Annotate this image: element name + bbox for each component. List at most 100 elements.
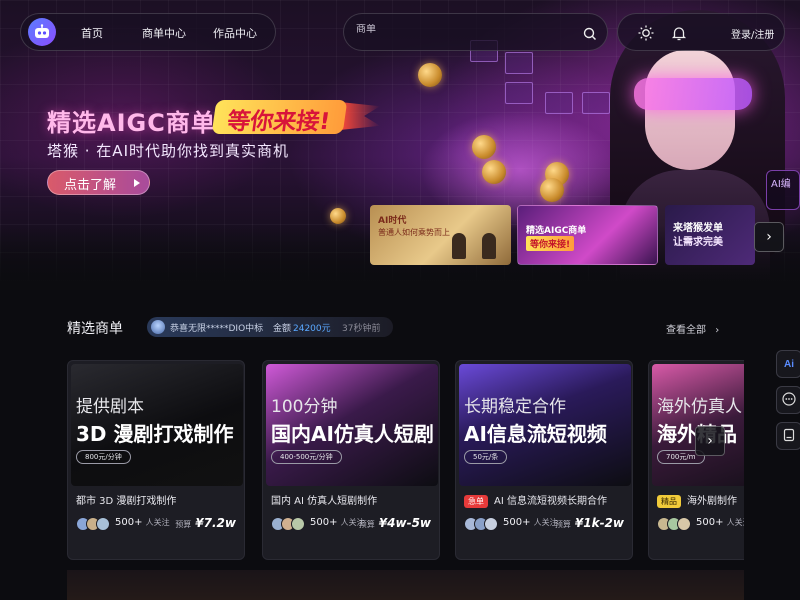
order-card[interactable]: 提供剧本 3D 漫剧打戏制作 800元/分钟 都市 3D 漫剧打戏制作 500+… [67,360,245,560]
card-budget: 预算 ¥1k-2w [554,516,624,530]
chat-icon [782,391,796,410]
follower-avatars [271,517,311,531]
order-card[interactable]: 海外仿真人 海外精品 700元/m 精品海外剧制作 500+ 人关注 [648,360,744,560]
cover-price: 800元/分钟 [76,450,131,464]
floating-screen-decor [505,82,533,104]
follower-avatars [464,517,504,531]
cover-title: AI信息流短视频 [464,422,607,446]
bookmark-button[interactable] [776,422,800,450]
card-title-text: 都市 3D 漫剧打戏制作 [76,496,177,507]
cover-subtitle: 100分钟 [271,397,338,417]
order-card-list: 提供剧本 3D 漫剧打戏制作 800元/分钟 都市 3D 漫剧打戏制作 500+… [67,360,744,600]
follower-count: 500+ 人关注 [696,517,744,528]
banner-next-button[interactable]: › [754,222,784,252]
bell-icon[interactable] [671,25,687,45]
card-title-text: 国内 AI 仿真人短剧制作 [271,496,378,507]
hero-title: 精选AIGC商单 [47,109,216,137]
hero-badge: 等你来接! [211,100,347,135]
nav-link-orders[interactable]: 商单中心 [142,25,186,41]
hero-cta-button[interactable]: 点击了解 [47,170,150,195]
nav-link-works[interactable]: 作品中心 [213,25,257,41]
order-card[interactable]: 100分钟 国内AI仿真人短剧 400-500元/分钟 国内 AI 仿真人短剧制… [262,360,440,560]
person-figure-decor [452,233,466,259]
thumbnail-line1: AI时代 [378,216,407,226]
see-all-label: 查看全部 [666,325,706,336]
cover-subtitle: 海外仿真人 [657,397,742,417]
banner-thumbnail-2[interactable]: 精选AIGC商单 等你来接! [517,205,658,265]
card-cover: 提供剧本 3D 漫剧打戏制作 800元/分钟 [71,364,243,486]
see-all-link[interactable]: 查看全部 › [666,321,719,336]
nav-link-home[interactable]: 首页 [81,25,103,41]
order-card[interactable]: 长期稳定合作 AI信息流短视频 50元/条 急单 AI 信息流短视频长期合作 50… [455,360,633,560]
user-actions: 登录/注册 [617,13,785,51]
follower-avatars [76,517,116,531]
hero-subtitle: 塔猴 · 在AI时代助你找到真实商机 [47,142,289,160]
cover-subtitle: 长期稳定合作 [464,397,566,417]
login-register-link[interactable]: 登录/注册 [731,26,774,41]
avatar [677,517,691,531]
card-title: 国内 AI 仿真人短剧制作 [271,492,377,507]
card-budget: 预算 ¥7.2w [175,516,236,530]
urgent-badge: 急单 [464,495,488,508]
chevron-right-icon: › [766,229,772,245]
bottom-section-decor [67,570,744,600]
thumbnail-line2: 等你来接! [526,236,575,251]
card-cover: 长期稳定合作 AI信息流短视频 50元/条 [459,364,631,486]
follower-avatars [657,517,697,531]
chevron-right-icon: › [707,433,713,449]
thumbnail-line2: 普通人如何乘势而上 [378,228,450,237]
follower-count: 500+ 人关注 [503,517,558,528]
avatar [96,517,110,531]
person-figure-decor [482,233,496,259]
cards-next-button[interactable]: › [695,426,725,456]
card-title: 急单 AI 信息流短视频长期合作 [464,492,607,508]
play-triangle-icon [134,179,140,187]
coin-decor [418,63,442,87]
card-title: 都市 3D 漫剧打戏制作 [76,492,176,507]
thumbnail-line1: 精选AIGC商单 [526,226,587,236]
cover-price: 50元/条 [464,450,508,464]
coin-decor [330,208,346,224]
hero-side-tag: AI编 [766,170,800,210]
ticker-amount: 24200元 [293,324,331,334]
card-cover: 海外仿真人 海外精品 700元/m [652,364,744,486]
floating-screen-decor [545,92,573,114]
thumbnail-line1: 来塔猴发单 [673,223,723,234]
card-title: 精品 海外剧制作 [657,492,737,508]
card-title-text: AI 信息流短视频长期合作 [494,496,607,507]
cover-title: 3D 漫剧打戏制作 [76,422,234,446]
section-title: 精选商单 [67,321,123,337]
bookmark-icon [782,427,796,446]
chat-button[interactable] [776,386,800,414]
cover-price: 400-500元/分钟 [271,450,342,464]
robot-logo-icon[interactable] [28,18,56,46]
coin-decor [482,160,506,184]
coin-decor [472,135,496,159]
ticker-avatar [151,320,165,334]
card-cover: 100分钟 国内AI仿真人短剧 400-500元/分钟 [266,364,438,486]
follower-count: 500+ 人关注 [310,517,365,528]
cover-subtitle: 提供剧本 [76,397,144,417]
search-icon[interactable] [583,26,597,45]
ai-assistant-button[interactable]: Ai [776,350,800,378]
award-ticker: 恭喜无限*****DIO中标 金额 24200元 37秒钟前 [147,317,393,337]
hero-cta-label: 点击了解 [64,178,117,193]
ai-icon: Ai [784,358,794,370]
thumbnail-line2: 让需求完美 [673,237,723,248]
search-bar [343,13,608,51]
chevron-right-icon: › [715,325,720,336]
ticker-amount-label: 金额 [273,324,292,334]
main-nav: 首页 商单中心 作品中心 [20,13,276,51]
avatar [484,517,498,531]
ticker-time: 37秒钟前 [342,324,381,334]
banner-thumbnail-1[interactable]: AI时代 普通人如何乘势而上 [370,205,511,265]
sun-icon[interactable] [638,25,654,45]
search-input[interactable] [356,24,566,35]
floating-screen-decor [505,52,533,74]
banner-thumbnail-3[interactable]: 来塔猴发单 让需求完美 [665,205,755,265]
card-budget: 预算 ¥4w-5w [358,516,431,530]
follower-count: 500+ 人关注 [115,517,170,528]
avatar [291,517,305,531]
card-title-text: 海外剧制作 [687,496,737,507]
premium-badge: 精品 [657,495,681,508]
